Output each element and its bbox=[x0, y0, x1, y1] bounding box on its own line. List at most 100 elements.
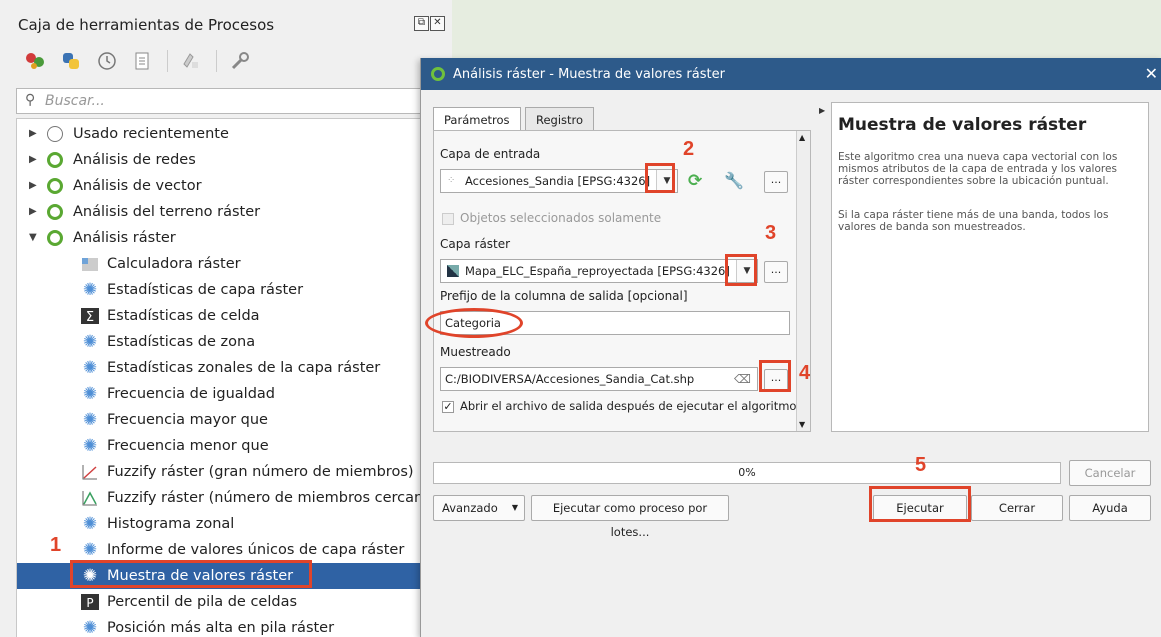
qgis-icon bbox=[47, 230, 63, 246]
chevron-down-icon: ▼ bbox=[511, 503, 518, 512]
raster-layer-browse-button[interactable]: ... bbox=[764, 261, 788, 283]
help-description: Este algoritmo crea una nueva capa vecto… bbox=[838, 151, 1118, 187]
tree-label: Análisis ráster bbox=[73, 230, 176, 246]
models-icon[interactable] bbox=[24, 50, 46, 72]
params-scrollbar[interactable]: ▲ ▼ bbox=[796, 131, 810, 431]
tree-group-redes[interactable]: ▶ Análisis de redes bbox=[17, 147, 435, 173]
tree-label: Percentil de pila de celdas bbox=[107, 594, 298, 610]
tab-parametros[interactable]: Parámetros bbox=[433, 107, 521, 131]
tree-item[interactable]: ✺ Frecuencia menor que bbox=[17, 433, 435, 459]
expand-arrow-icon[interactable]: ▶ bbox=[29, 199, 37, 225]
wrench-icon[interactable]: 🔧 bbox=[724, 171, 744, 190]
tree-item[interactable]: ✺ Estadísticas zonales de la capa ráster bbox=[17, 355, 435, 381]
tree-item[interactable]: ✺ Frecuencia mayor que bbox=[17, 407, 435, 433]
clock-icon bbox=[47, 126, 63, 142]
annotation-number-3: 3 bbox=[765, 222, 777, 244]
open-output-checkbox[interactable]: ✓ bbox=[442, 401, 454, 413]
history-icon[interactable] bbox=[96, 50, 118, 72]
clear-icon[interactable]: ⌫ bbox=[734, 368, 751, 390]
collapse-help-icon[interactable]: ▶ bbox=[819, 106, 825, 115]
input-layer-combo[interactable]: ⁘ Accesiones_Sandia [EPSG:4326] ▼ bbox=[440, 169, 678, 193]
processing-toolbox-panel: Caja de herramientas de Procesos ⧉ ✕ ⚲ B… bbox=[0, 0, 452, 637]
input-layer-value: Accesiones_Sandia [EPSG:4326] bbox=[465, 174, 651, 188]
raster-layer-icon bbox=[447, 265, 459, 277]
input-layer-label: Capa de entrada bbox=[440, 147, 541, 161]
tree-item[interactable]: ✺ Histograma zonal bbox=[17, 511, 435, 537]
expand-arrow-icon[interactable]: ▶ bbox=[29, 147, 37, 173]
tab-registro[interactable]: Registro bbox=[525, 107, 595, 131]
selected-only-label: Objetos seleccionados solamente bbox=[460, 211, 662, 225]
point-layer-icon: ⁘ bbox=[447, 175, 456, 186]
batch-process-button[interactable]: Ejecutar como proceso por lotes... bbox=[531, 495, 729, 539]
gear-icon: ✺ bbox=[82, 514, 98, 534]
tree-label: Usado recientemente bbox=[73, 126, 229, 142]
selected-only-checkbox[interactable] bbox=[442, 213, 454, 225]
highlight-box-5 bbox=[869, 486, 971, 522]
dialog-title: Análisis ráster - Muestra de valores rás… bbox=[453, 67, 725, 82]
qgis-icon bbox=[47, 152, 63, 168]
gear-icon: ✺ bbox=[82, 332, 98, 352]
close-icon[interactable]: ✕ bbox=[1145, 64, 1158, 83]
gear-icon: ✺ bbox=[82, 540, 98, 560]
float-panel-button[interactable]: ⧉ bbox=[414, 16, 429, 31]
expand-arrow-icon[interactable]: ▶ bbox=[29, 173, 37, 199]
tree-group-vector[interactable]: ▶ Análisis de vector bbox=[17, 173, 435, 199]
collapse-arrow-icon[interactable]: ▼ bbox=[29, 225, 37, 251]
sigma-icon: Σ bbox=[81, 307, 99, 325]
tree-label: Estadísticas de celda bbox=[107, 308, 260, 324]
gear-icon: ✺ bbox=[82, 384, 98, 404]
tree-item[interactable]: ✺ Posición más alta en pila ráster bbox=[17, 615, 435, 637]
dialog-titlebar: Análisis ráster - Muestra de valores rás… bbox=[421, 58, 1161, 90]
tree-item[interactable]: Σ Estadísticas de celda bbox=[17, 303, 435, 329]
options-wrench-icon[interactable] bbox=[229, 50, 251, 72]
scroll-down-icon[interactable]: ▼ bbox=[799, 420, 805, 429]
results-icon[interactable] bbox=[131, 50, 153, 72]
gear-icon: ✺ bbox=[82, 618, 98, 637]
highlight-box-4 bbox=[759, 360, 791, 392]
open-output-label: Abrir el archivo de salida después de ej… bbox=[460, 399, 797, 413]
tree-label: Análisis de redes bbox=[73, 152, 196, 168]
sampled-output-input[interactable]: C:/BIODIVERSA/Accesiones_Sandia_Cat.shp … bbox=[440, 367, 758, 391]
search-input[interactable]: ⚲ Buscar... bbox=[16, 88, 436, 114]
tree-label: Análisis del terreno ráster bbox=[73, 204, 261, 220]
progress-bar: 0% bbox=[433, 462, 1061, 484]
highlight-ellipse-prefix bbox=[425, 308, 523, 338]
tree-label: Frecuencia menor que bbox=[107, 438, 269, 454]
fuzzify-chart-icon bbox=[81, 463, 99, 481]
tree-item[interactable]: Calculadora ráster bbox=[17, 251, 435, 277]
tree-item[interactable]: P Percentil de pila de celdas bbox=[17, 589, 435, 615]
edit-in-place-icon[interactable] bbox=[180, 50, 202, 72]
tree-label: Fuzzify ráster (número de miembros cerca… bbox=[107, 490, 436, 506]
tree-label: Histograma zonal bbox=[107, 516, 235, 532]
sample-raster-values-dialog: Análisis ráster - Muestra de valores rás… bbox=[420, 58, 1161, 637]
panel-title: Caja de herramientas de Procesos bbox=[18, 16, 275, 34]
progress-text: 0% bbox=[738, 466, 756, 479]
close-button[interactable]: Cerrar bbox=[971, 495, 1063, 521]
close-panel-button[interactable]: ✕ bbox=[430, 16, 445, 31]
qgis-icon bbox=[47, 178, 63, 194]
prefix-label: Prefijo de la columna de salida [opciona… bbox=[440, 289, 688, 303]
tree-item[interactable]: ✺ Estadísticas de capa ráster bbox=[17, 277, 435, 303]
tree-group-terreno[interactable]: ▶ Análisis del terreno ráster bbox=[17, 199, 435, 225]
tree-item[interactable]: ✺ Estadísticas de zona bbox=[17, 329, 435, 355]
tree-item[interactable]: Fuzzify ráster (gran número de miembros) bbox=[17, 459, 435, 485]
raster-layer-combo[interactable]: Mapa_ELC_España_reproyectada [EPSG:4326]… bbox=[440, 259, 758, 283]
input-layer-browse-button[interactable]: ... bbox=[764, 171, 788, 193]
tree-group-raster[interactable]: ▼ Análisis ráster bbox=[17, 225, 435, 251]
cancel-button[interactable]: Cancelar bbox=[1069, 460, 1151, 486]
gear-icon: ✺ bbox=[82, 358, 98, 378]
scroll-up-icon[interactable]: ▲ bbox=[799, 133, 805, 142]
tree-group-recent[interactable]: ▶ Usado recientemente bbox=[17, 121, 435, 147]
qgis-icon bbox=[47, 204, 63, 220]
help-button[interactable]: Ayuda bbox=[1069, 495, 1151, 521]
iterate-icon[interactable]: ⟳ bbox=[688, 171, 702, 191]
python-icon[interactable] bbox=[60, 50, 82, 72]
tree-item[interactable]: ✺ Frecuencia de igualdad bbox=[17, 381, 435, 407]
raster-layer-label: Capa ráster bbox=[440, 237, 511, 251]
advanced-button[interactable]: Avanzado ▼ bbox=[433, 495, 525, 521]
expand-arrow-icon[interactable]: ▶ bbox=[29, 121, 37, 147]
highlight-box-1 bbox=[70, 560, 312, 588]
tree-label: Estadísticas zonales de la capa ráster bbox=[107, 360, 381, 376]
tree-label: Posición más alta en pila ráster bbox=[107, 620, 335, 636]
tree-item[interactable]: Fuzzify ráster (número de miembros cerca… bbox=[17, 485, 435, 511]
